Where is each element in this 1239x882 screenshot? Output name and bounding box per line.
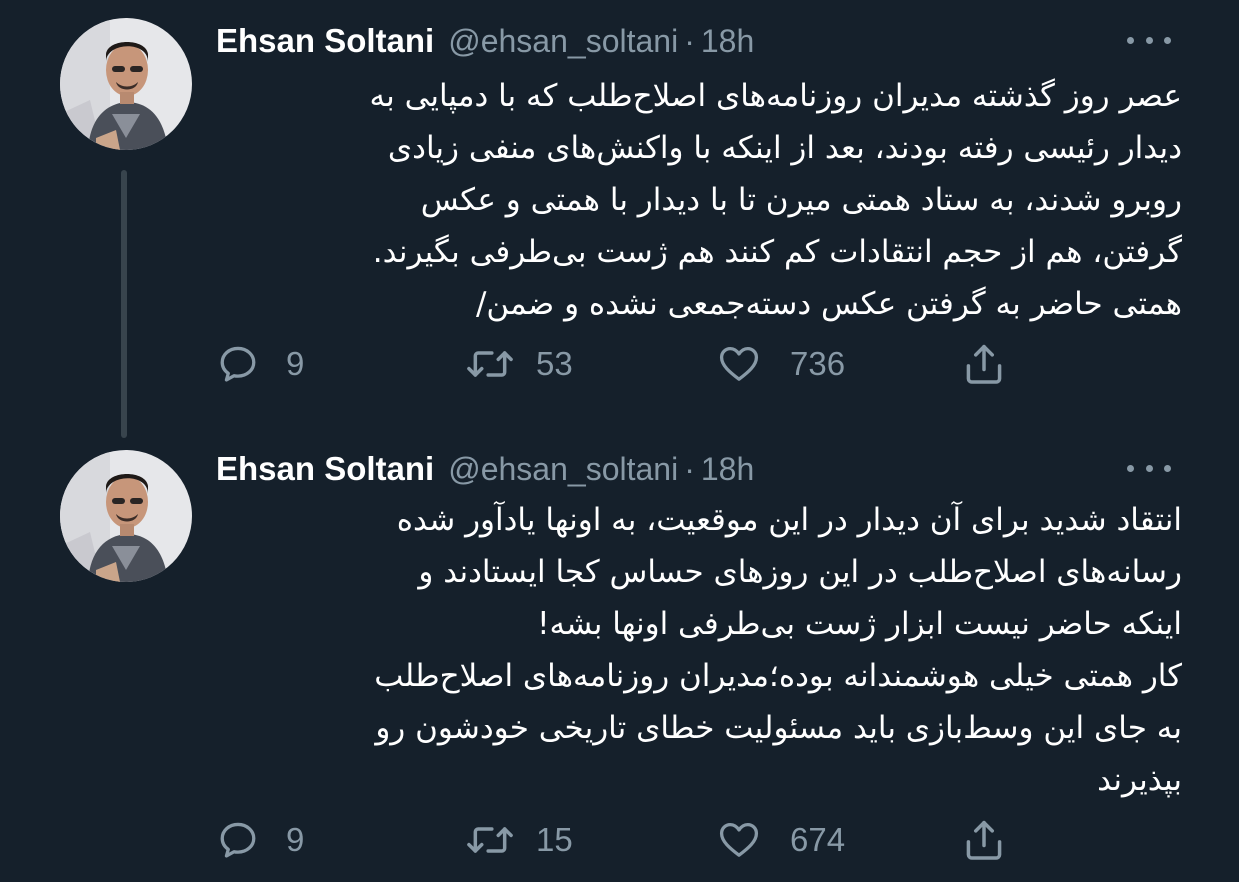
retweet-button[interactable]: 53 (466, 334, 573, 394)
retweet-icon (467, 351, 513, 377)
retweet-button[interactable]: 15 (466, 810, 573, 870)
tweet[interactable]: Ehsan Soltani @ehsan_soltani · 18h انتقا… (0, 440, 1239, 882)
reply-button[interactable]: 9 (216, 334, 304, 394)
more-icon[interactable] (1127, 458, 1171, 478)
timestamp[interactable]: 18h (701, 23, 754, 60)
tweet-header: Ehsan Soltani @ehsan_soltani · 18h (216, 18, 1179, 64)
timestamp[interactable]: 18h (701, 451, 754, 488)
avatar[interactable] (60, 18, 192, 150)
tweet[interactable]: Ehsan Soltani @ehsan_soltani · 18h عصر ر… (0, 0, 1239, 440)
heart-icon (719, 822, 759, 857)
like-count: 736 (790, 345, 846, 382)
tweet-text-line: بپذیرند (1097, 762, 1182, 798)
tweet-text: عصر روز گذشته مدیران روزنامه‌های اصلاح‌ط… (216, 70, 1182, 330)
tweet-text-line: همتی حاضر به گرفتن عکس دسته‌جمعی نشده و … (475, 286, 1182, 322)
separator-dot: · (684, 450, 695, 487)
reply-icon (220, 346, 256, 382)
like-button[interactable]: 674 (716, 810, 845, 870)
tweet-actions: 9 15 674 (216, 810, 1026, 870)
tweet-text-line: عصر روز گذشته مدیران روزنامه‌های اصلاح‌ط… (369, 78, 1182, 114)
share-icon (966, 344, 1002, 384)
retweet-icon (467, 827, 513, 853)
tweet-text-line: رسانه‌های اصلاح‌طلب در این روزهای حساس ک… (418, 554, 1182, 590)
more-icon[interactable] (1127, 30, 1171, 50)
reply-icon (220, 822, 256, 858)
tweet-text: انتقاد شدید برای آن دیدار در این موقعیت،… (216, 494, 1182, 806)
author-handle[interactable]: @ehsan_soltani (448, 23, 678, 60)
tweet-actions: 9 53 736 (216, 334, 1026, 394)
retweet-count: 15 (536, 821, 573, 858)
thread-connector-line (121, 170, 127, 438)
share-button[interactable] (962, 810, 1006, 870)
tweet-text-line: گرفتن، هم از حجم انتقادات کم کنند هم ژست… (372, 234, 1182, 270)
avatar[interactable] (60, 450, 192, 582)
retweet-count: 53 (536, 345, 573, 382)
share-icon (966, 820, 1002, 860)
tweet-text-line: به جای این وسط‌بازی باید مسئولیت خطای تا… (375, 710, 1182, 746)
tweet-text-line: انتقاد شدید برای آن دیدار در این موقعیت،… (396, 502, 1182, 538)
author-name[interactable]: Ehsan Soltani (216, 22, 434, 60)
separator-dot: · (684, 22, 695, 59)
reply-button[interactable]: 9 (216, 810, 304, 870)
tweet-text-line: روبرو شدند، به ستاد همتی میرن تا با دیدا… (420, 182, 1182, 218)
heart-icon (719, 346, 759, 381)
author-name[interactable]: Ehsan Soltani (216, 450, 434, 488)
tweet-header: Ehsan Soltani @ehsan_soltani · 18h (216, 446, 1179, 492)
like-button[interactable]: 736 (716, 334, 845, 394)
like-count: 674 (790, 821, 846, 858)
tweet-text-line: دیدار رئیسی رفته بودند، بعد از اینکه با … (387, 130, 1182, 166)
tweet-thread: Ehsan Soltani @ehsan_soltani · 18h عصر ر… (0, 0, 1239, 882)
tweet-text-line: اینکه حاضر نیست ابزار ژست بی‌طرفی اونها … (537, 606, 1182, 642)
reply-count: 9 (286, 821, 305, 858)
tweet-text-line: کار همتی خیلی هوشمندانه بوده؛مدیران روزن… (374, 658, 1182, 694)
author-handle[interactable]: @ehsan_soltani (448, 451, 678, 488)
share-button[interactable] (962, 334, 1006, 394)
reply-count: 9 (286, 345, 305, 382)
